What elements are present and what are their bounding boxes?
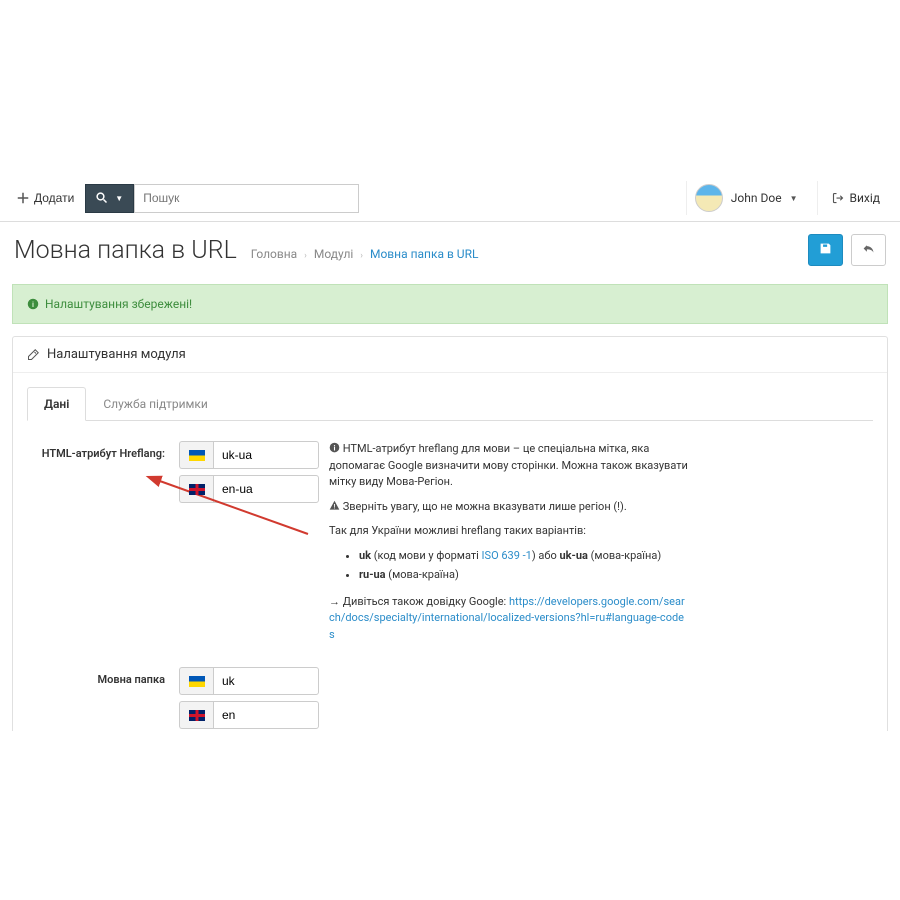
hreflang-en-field[interactable]	[213, 475, 319, 503]
tabs: Дані Служба підтримки	[27, 387, 873, 421]
add-label: Додати	[34, 191, 74, 205]
folder-input-uk	[179, 667, 319, 695]
breadcrumb-home[interactable]: Головна	[251, 247, 297, 261]
folder-input-en	[179, 701, 319, 729]
tab-support[interactable]: Служба підтримки	[86, 387, 224, 421]
search-input[interactable]	[134, 184, 359, 213]
save-button[interactable]	[808, 234, 843, 266]
flag-gb-icon	[179, 475, 213, 503]
breadcrumb-current: Мовна папка в URL	[370, 247, 478, 261]
panel-heading: Налаштування модуля	[13, 337, 887, 373]
hreflang-help: i HTML-атрибут hreflang для мови – це сп…	[329, 441, 689, 651]
form-row-langfolder: Мовна папка	[27, 667, 873, 731]
label-langfolder: Мовна папка	[27, 667, 179, 731]
alert-success: i Налаштування збережені!	[12, 284, 888, 324]
logout-icon	[832, 192, 844, 204]
folder-uk-field[interactable]	[213, 667, 319, 695]
pencil-icon	[27, 349, 39, 361]
breadcrumb: Головна › Модулі › Мовна папка в URL	[251, 247, 479, 261]
svg-text:i: i	[334, 443, 336, 452]
hreflang-input-en	[179, 475, 319, 503]
hreflang-input-uk	[179, 441, 319, 469]
info-circle-icon: i	[27, 298, 39, 310]
tab-data[interactable]: Дані	[27, 387, 86, 421]
search-icon	[96, 192, 108, 204]
add-button[interactable]: Додати	[6, 184, 85, 212]
user-name: John Doe	[731, 191, 782, 205]
logout-label: Вихід	[849, 191, 880, 205]
hreflang-uk-field[interactable]	[213, 441, 319, 469]
avatar	[695, 184, 723, 212]
page-header: Мовна папка в URL Головна › Модулі › Мов…	[0, 222, 900, 284]
toolbar: Додати ▼ John Doe ▼ Вихід	[0, 175, 900, 222]
chevron-down-icon: ▼	[790, 194, 798, 203]
flag-ua-icon	[179, 441, 213, 469]
user-menu[interactable]: John Doe ▼	[686, 181, 806, 215]
page-title: Мовна папка в URL	[14, 236, 237, 265]
search-dropdown-button[interactable]: ▼	[85, 184, 134, 213]
alert-text: Налаштування збережені!	[45, 297, 192, 311]
label-hreflang: HTML-атрибут Hreflang:	[27, 441, 179, 651]
svg-text:i: i	[32, 300, 34, 309]
logout-button[interactable]: Вихід	[817, 181, 894, 215]
breadcrumb-modules[interactable]: Модулі	[314, 247, 353, 261]
back-button[interactable]	[851, 234, 886, 266]
folder-en-field[interactable]	[213, 701, 319, 729]
info-circle-icon: i	[329, 442, 340, 453]
flag-ua-icon	[179, 667, 213, 695]
iso-link[interactable]: ISO 639 -1	[482, 549, 532, 562]
warning-icon: !	[329, 500, 340, 511]
plus-icon	[17, 192, 29, 204]
flag-gb-icon	[179, 701, 213, 729]
form-row-hreflang: HTML-атрибут Hreflang: i HTML-атрибут hr…	[27, 441, 873, 651]
reply-icon	[862, 242, 875, 255]
save-icon	[819, 242, 832, 255]
settings-panel: Налаштування модуля Дані Служба підтримк…	[12, 336, 888, 731]
panel-title: Налаштування модуля	[47, 347, 186, 362]
